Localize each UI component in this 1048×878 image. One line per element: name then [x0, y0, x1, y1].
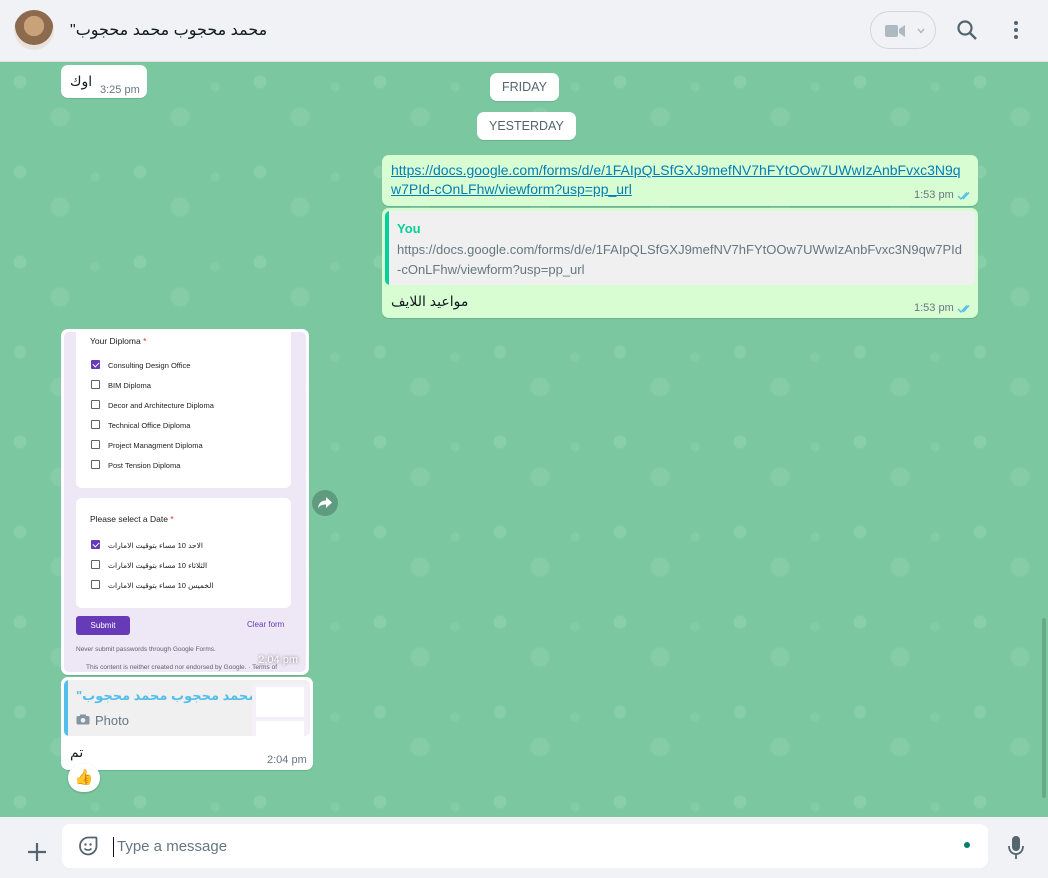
message-time: 2:04 pm	[267, 754, 307, 766]
microphone-icon[interactable]	[1006, 834, 1026, 862]
form-clear-button: Clear form	[247, 620, 285, 629]
message-text: تم	[70, 744, 84, 760]
message-time: 1:53 pm	[914, 189, 954, 201]
reply-quote-author: You	[397, 221, 421, 236]
chevron-down-icon	[917, 28, 925, 34]
status-dot	[964, 842, 970, 848]
message-time: 3:25 pm	[100, 84, 140, 96]
checkbox	[91, 580, 100, 589]
message-time: 2:04 pm	[258, 654, 298, 666]
required-mark: *	[170, 514, 174, 524]
form-option: BIM Diploma	[108, 381, 151, 390]
form-option: Post Tension Diploma	[108, 461, 181, 470]
checkbox	[91, 540, 100, 549]
read-receipt-icon	[957, 305, 970, 314]
reply-quote-author: "محمد محجوب محمد محجوب	[76, 688, 257, 703]
reply-quote-thumbnail	[252, 684, 308, 736]
form-option: Decor and Architecture Diploma	[108, 401, 214, 410]
message-link[interactable]: https://docs.google.com/forms/d/e/1FAIpQ…	[391, 161, 961, 180]
reply-quote-bar	[64, 680, 68, 736]
checkbox	[91, 380, 100, 389]
form-question-title: Please select a Date *	[90, 514, 174, 524]
contact-avatar[interactable]	[14, 10, 54, 50]
search-icon[interactable]	[955, 18, 979, 42]
form-footer-text: This content is neither created nor endo…	[86, 664, 278, 671]
message-link[interactable]: w7PId-cOnLFhw/viewform?usp=pp_url	[391, 180, 632, 199]
menu-icon[interactable]	[1006, 18, 1026, 42]
form-submit-button: Submit	[76, 616, 130, 635]
checkbox	[91, 400, 100, 409]
form-question-label: Please select a Date	[90, 514, 168, 524]
form-question-title: Your Diploma *	[90, 336, 146, 346]
message-time: 1:53 pm	[914, 302, 954, 314]
form-question-label: Your Diploma	[90, 336, 141, 346]
form-option: الاحد 10 مساء بتوقيت الامارات	[108, 541, 204, 550]
form-question-card: Please select a Date * الاحد 10 مساء بتو…	[76, 498, 291, 608]
form-option: Technical Office Diploma	[108, 421, 191, 430]
message-input-box[interactable]: Type a message	[62, 824, 988, 868]
checkbox	[91, 360, 100, 369]
reply-quote[interactable]: "محمد محجوب محمد محجوب Photo	[64, 680, 310, 736]
form-option: الخميس 10 مساء بتوقيت الامارات	[108, 581, 214, 590]
reply-quote-text: -cOnLFhw/viewform?usp=pp_url	[397, 262, 585, 277]
contact-name[interactable]: "محمد محجوب محمد محجوب	[70, 20, 267, 40]
checkbox	[91, 440, 100, 449]
reply-quote-bar	[385, 211, 389, 285]
message-incoming[interactable]: اوك 3:25 pm	[61, 65, 147, 98]
form-screenshot-image[interactable]: Your Diploma * Consulting Design Office …	[64, 332, 306, 672]
message-outgoing[interactable]: You https://docs.google.com/forms/d/e/1F…	[382, 208, 978, 318]
form-question-card: Your Diploma * Consulting Design Office …	[76, 332, 291, 488]
forward-button[interactable]	[312, 490, 338, 516]
reply-quote-type: Photo	[95, 713, 129, 728]
form-option: Consulting Design Office	[108, 361, 191, 370]
reaction-badge[interactable]: 👍	[68, 764, 100, 792]
checkbox	[91, 460, 100, 469]
video-call-icon	[885, 25, 905, 37]
checkbox	[91, 560, 100, 569]
chat-header: "محمد محجوب محمد محجوب	[0, 0, 1048, 62]
form-option: Project Managment Diploma	[108, 441, 203, 450]
thumbnail-card	[256, 721, 304, 736]
required-mark: *	[143, 336, 147, 346]
form-option: الثلاثاء 10 مساء بتوقيت الامارات	[108, 561, 208, 570]
date-chip: FRIDAY	[490, 73, 559, 101]
date-chip: YESTERDAY	[477, 112, 576, 140]
message-outgoing[interactable]: https://docs.google.com/forms/d/e/1FAIpQ…	[382, 155, 978, 206]
forward-icon	[318, 497, 332, 509]
thumbnail-card	[256, 687, 304, 717]
attach-plus-icon[interactable]	[26, 841, 48, 863]
message-text: اوك	[70, 73, 93, 89]
form-footer-text: Never submit passwords through Google Fo…	[76, 646, 216, 653]
message-input[interactable]: Type a message	[113, 837, 227, 857]
checkbox	[91, 420, 100, 429]
reply-quote[interactable]: You https://docs.google.com/forms/d/e/1F…	[385, 211, 975, 285]
video-call-button[interactable]	[870, 11, 936, 49]
sticker-icon[interactable]	[76, 834, 100, 858]
message-text: مواعيد اللايف	[391, 293, 469, 309]
message-incoming[interactable]: "محمد محجوب محمد محجوب Photo تم 2:04 pm	[61, 677, 313, 770]
scrollbar[interactable]	[1042, 618, 1046, 798]
reply-quote-text: https://docs.google.com/forms/d/e/1FAIpQ…	[397, 242, 963, 257]
camera-icon	[76, 714, 90, 725]
read-receipt-icon	[957, 192, 970, 201]
